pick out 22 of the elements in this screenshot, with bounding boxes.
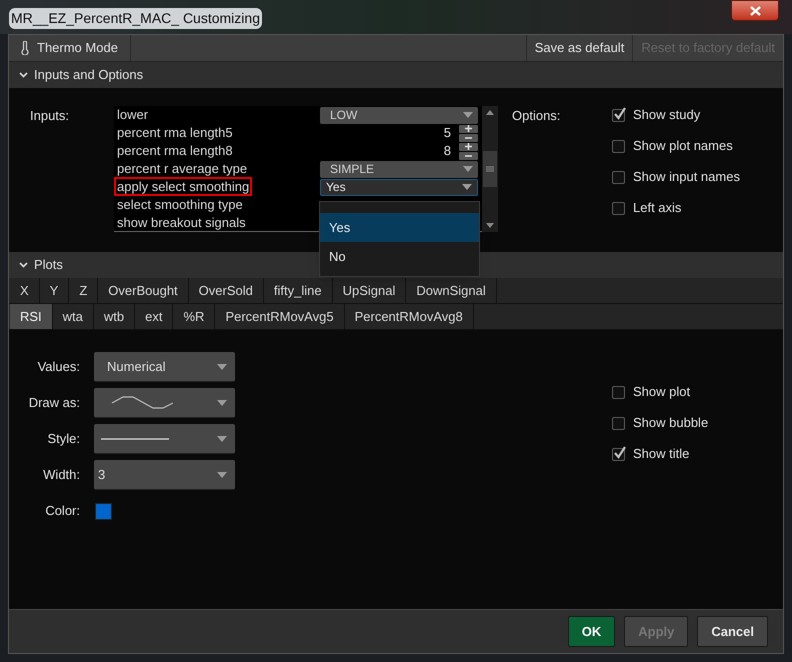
checkbox-label: Show bubble (633, 414, 708, 432)
checkbox-label: Show title (633, 445, 690, 464)
setting-label: Values: (36, 358, 80, 376)
window-title: MR__EZ_PercentR_MAC_ Customizing (9, 8, 262, 29)
input-name: lower (116, 107, 150, 122)
input-name: percent r average type (116, 161, 248, 176)
input-name: percent rma length5 (116, 125, 234, 140)
checkbox-label: Show plot names (633, 137, 733, 156)
setting-label: Width: (42, 466, 80, 484)
setting-label: Color: (44, 502, 80, 520)
checkbox-label: Show plot (633, 383, 690, 402)
inputs-label: Inputs: (29, 107, 70, 125)
input-name: apply select smoothing (116, 179, 250, 194)
checkbox-label: Show input names (633, 168, 740, 186)
setting-label: Draw as: (28, 394, 80, 412)
input-name: select smoothing type (116, 197, 244, 212)
input-name: show breakout signals (116, 215, 247, 230)
input-name: percent rma length8 (116, 143, 234, 158)
options-label: Options: (512, 107, 562, 125)
setting-label: Style: (46, 430, 80, 448)
checkbox-label: Show study (633, 106, 700, 124)
checkbox-label: Left axis (633, 199, 682, 218)
